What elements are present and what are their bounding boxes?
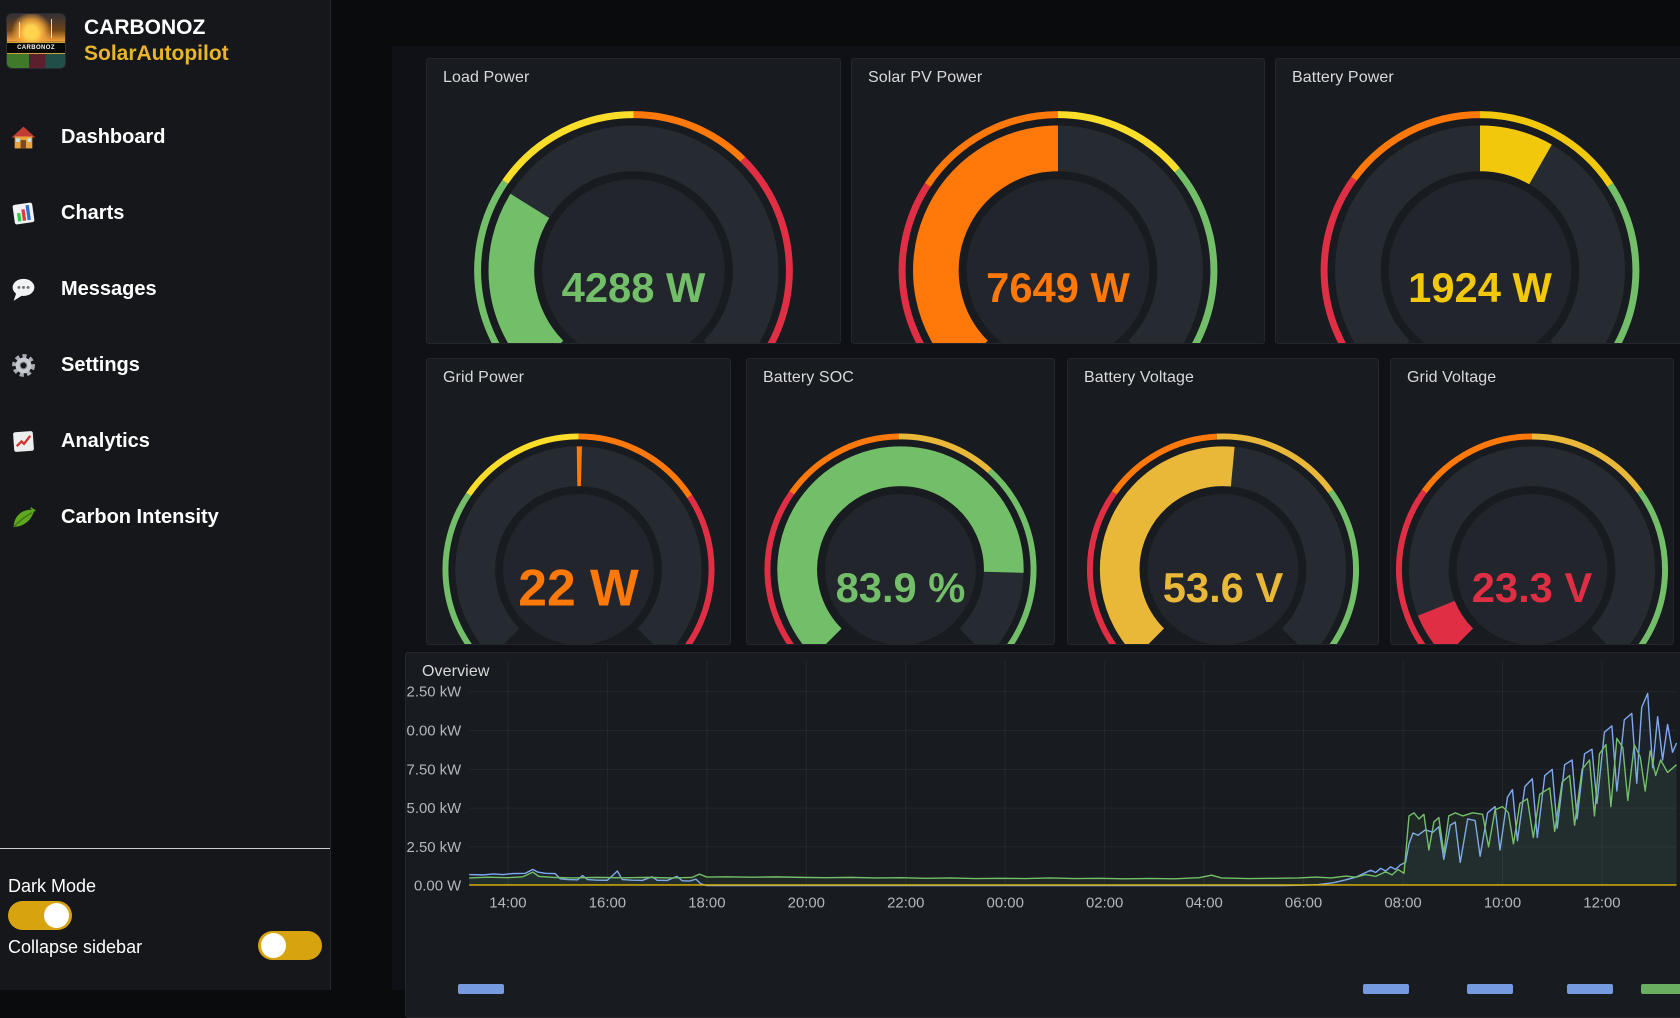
- panel-load-power: Load Power 4288 W: [426, 58, 841, 344]
- svg-text:08:00: 08:00: [1384, 896, 1421, 912]
- legend-item[interactable]: [1567, 984, 1613, 994]
- solar-pv-power-gauge: 7649 W: [852, 59, 1264, 343]
- svg-text:0.00 W: 0.00 W: [414, 879, 462, 895]
- grid-power-gauge: 22 W: [427, 359, 730, 644]
- svg-text:5.00 kW: 5.00 kW: [407, 801, 463, 817]
- toggle-knob: [44, 903, 69, 928]
- sidebar: CARBONOZ CARBONOZ SolarAutopilot Dashboa…: [0, 0, 331, 990]
- carbonoz-logo: CARBONOZ: [6, 13, 66, 69]
- svg-text:18:00: 18:00: [688, 896, 725, 912]
- svg-text:7.50 kW: 7.50 kW: [407, 762, 463, 778]
- brand-subtitle: SolarAutopilot: [84, 41, 229, 67]
- sidebar-item-label: Settings: [61, 354, 140, 377]
- svg-text:1924 W: 1924 W: [1408, 264, 1552, 311]
- svg-text:53.6 V: 53.6 V: [1163, 564, 1284, 611]
- svg-text:22:00: 22:00: [887, 896, 924, 912]
- dashboard-main: Load Power 4288 W Solar PV Power 7649 W …: [392, 46, 1680, 990]
- panel-title: Battery Voltage: [1084, 369, 1194, 387]
- collapse-sidebar-toggle[interactable]: [258, 931, 322, 960]
- panel-grid-power: Grid Power 22 W: [426, 358, 731, 645]
- leaf-icon: [10, 504, 37, 531]
- sidebar-item-dashboard[interactable]: Dashboard: [0, 99, 330, 175]
- legend-item[interactable]: [458, 984, 504, 994]
- sidebar-item-label: Analytics: [61, 430, 150, 453]
- panel-grid-voltage: Grid Voltage 23.3 V: [1390, 358, 1674, 645]
- sidebar-item-label: Dashboard: [61, 126, 165, 149]
- battery-soc-gauge: 83.9 %: [747, 359, 1054, 644]
- dark-mode-toggle[interactable]: [8, 901, 72, 930]
- panel-overview: Overview 12.50 kW 10.00 kW 7.50 kW 5.00 kW 2…: [405, 652, 1680, 1018]
- sidebar-item-label: Carbon Intensity: [61, 506, 219, 529]
- overview-chart: 12.50 kW 10.00 kW 7.50 kW 5.00 kW 2.50 kW 0.0…: [406, 653, 1680, 1017]
- sidebar-item-analytics[interactable]: Analytics: [0, 403, 330, 479]
- svg-text:23.3 V: 23.3 V: [1472, 564, 1593, 611]
- load-power-gauge: 4288 W: [427, 59, 840, 343]
- svg-text:02:00: 02:00: [1086, 896, 1123, 912]
- house-icon: [10, 124, 37, 151]
- svg-text:22 W: 22 W: [518, 558, 639, 616]
- line-chart-icon: [10, 428, 37, 455]
- panel-title: Solar PV Power: [868, 69, 982, 87]
- svg-text:20:00: 20:00: [788, 896, 825, 912]
- svg-text:7649 W: 7649 W: [986, 264, 1130, 311]
- sidebar-item-settings[interactable]: Settings: [0, 327, 330, 403]
- dark-mode-label: Dark Mode: [8, 876, 96, 897]
- svg-text:83.9 %: 83.9 %: [836, 564, 966, 611]
- toggle-knob: [261, 933, 286, 958]
- brand-title: CARBONOZ: [84, 15, 229, 41]
- svg-text:10.00 kW: 10.00 kW: [406, 724, 462, 740]
- sidebar-nav: Dashboard Charts Messages: [0, 99, 330, 555]
- speech-bubble-icon: [10, 276, 37, 303]
- battery-voltage-gauge: 53.6 V: [1068, 359, 1378, 644]
- legend-item[interactable]: [1467, 984, 1513, 994]
- panel-title: Overview: [422, 663, 489, 681]
- svg-text:14:00: 14:00: [489, 896, 526, 912]
- sidebar-item-carbon-intensity[interactable]: Carbon Intensity: [0, 479, 330, 555]
- brand: CARBONOZ CARBONOZ SolarAutopilot: [6, 13, 229, 69]
- panel-battery-voltage: Battery Voltage 53.6 V: [1067, 358, 1379, 645]
- panel-title: Grid Voltage: [1407, 369, 1496, 387]
- sidebar-item-charts[interactable]: Charts: [0, 175, 330, 251]
- svg-text:16:00: 16:00: [589, 896, 626, 912]
- sidebar-item-messages[interactable]: Messages: [0, 251, 330, 327]
- panel-battery-soc: Battery SOC 83.9 %: [746, 358, 1055, 645]
- svg-text:06:00: 06:00: [1285, 896, 1322, 912]
- svg-text:04:00: 04:00: [1185, 896, 1222, 912]
- gear-icon: [10, 352, 37, 379]
- sidebar-item-label: Messages: [61, 278, 157, 301]
- bar-chart-icon: [10, 200, 37, 227]
- legend-item[interactable]: [1363, 984, 1409, 994]
- logo-wordmark: CARBONOZ: [7, 42, 65, 54]
- legend-item[interactable]: [1641, 984, 1680, 994]
- panel-battery-power: Battery Power 1924 W: [1275, 58, 1680, 344]
- svg-text:00:00: 00:00: [987, 896, 1024, 912]
- battery-power-gauge: 1924 W: [1276, 59, 1680, 343]
- panel-title: Battery Power: [1292, 69, 1394, 87]
- panel-title: Battery SOC: [763, 369, 854, 387]
- panel-solar-pv-power: Solar PV Power 7649 W: [851, 58, 1265, 344]
- svg-text:2.50 kW: 2.50 kW: [407, 840, 463, 856]
- collapse-sidebar-label: Collapse sidebar: [8, 937, 142, 958]
- grid-voltage-gauge: 23.3 V: [1391, 359, 1673, 644]
- svg-text:4288 W: 4288 W: [562, 264, 706, 311]
- sidebar-divider: [0, 848, 330, 849]
- panel-title: Grid Power: [443, 369, 524, 387]
- svg-text:10:00: 10:00: [1484, 896, 1521, 912]
- svg-text:12.50 kW: 12.50 kW: [406, 685, 462, 701]
- svg-text:12:00: 12:00: [1583, 896, 1620, 912]
- panel-title: Load Power: [443, 69, 529, 87]
- sidebar-item-label: Charts: [61, 202, 124, 225]
